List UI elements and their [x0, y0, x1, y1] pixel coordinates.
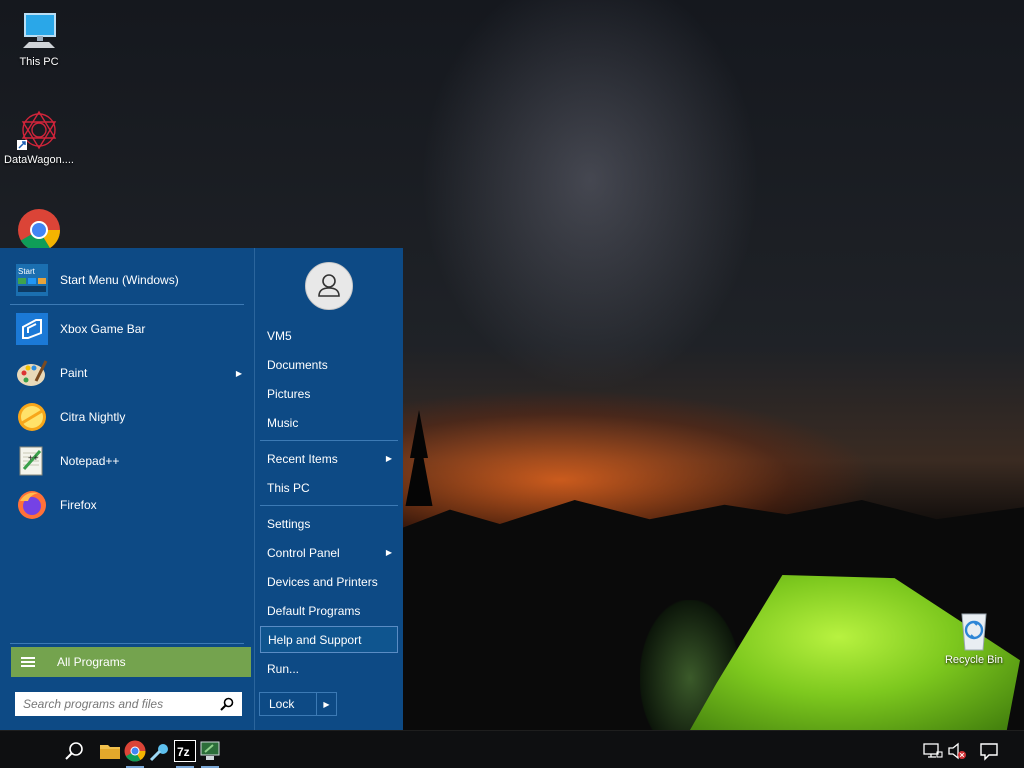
notepadpp-icon: ++: [16, 445, 48, 477]
program-firefox[interactable]: Firefox: [10, 485, 250, 525]
program-label: Notepad++: [60, 454, 120, 468]
place-label: Settings: [267, 516, 311, 531]
remote-desktop-icon[interactable]: [199, 740, 221, 768]
place-run[interactable]: Run...: [260, 655, 398, 682]
separator: [260, 505, 398, 506]
place-default-programs[interactable]: Default Programs: [260, 597, 398, 624]
taskbar: 7z: [0, 730, 1024, 768]
place-this-pc[interactable]: This PC: [260, 474, 398, 501]
place-label: Devices and Printers: [267, 574, 378, 589]
citra-icon: [16, 401, 48, 433]
paint-palette-icon: [16, 357, 48, 389]
place-recent-items[interactable]: Recent Items ▶: [260, 445, 398, 472]
place-documents[interactable]: Documents: [260, 351, 398, 378]
place-label: Recent Items: [267, 451, 338, 466]
program-label: Citra Nightly: [60, 410, 126, 424]
separator: [10, 643, 244, 644]
comet-icon[interactable]: [149, 740, 171, 762]
place-label: Documents: [267, 357, 328, 372]
desktop-icon-label: Recycle Bin: [944, 654, 1004, 666]
search-placeholder: Search programs and files: [23, 697, 164, 711]
chrome-icon: [17, 206, 61, 252]
user-icon: [318, 274, 340, 297]
place-label: Control Panel: [267, 545, 340, 560]
place-label: Music: [267, 415, 299, 430]
desktop-icon-label: This PC: [19, 56, 59, 68]
search-icon[interactable]: [220, 697, 234, 711]
xbox-game-bar-icon: [16, 313, 48, 345]
notification-icon[interactable]: [978, 740, 1000, 762]
program-label: Paint: [60, 366, 88, 380]
program-label: Xbox Game Bar: [60, 322, 146, 336]
place-settings[interactable]: Settings: [260, 510, 398, 537]
svg-text:7z: 7z: [177, 745, 190, 759]
list-icon: [21, 655, 35, 669]
place-label: Default Programs: [267, 603, 361, 618]
search-input[interactable]: Search programs and files: [15, 692, 242, 716]
all-programs-label: All Programs: [57, 655, 126, 669]
program-xbox-game-bar[interactable]: Xbox Game Bar: [10, 309, 250, 349]
recycle-bin-icon: [952, 608, 996, 652]
start-menu-icon: Start: [16, 264, 48, 296]
place-label: Run...: [267, 661, 300, 676]
file-explorer-icon[interactable]: [99, 740, 121, 762]
desktop-icon-recycle-bin[interactable]: Recycle Bin: [937, 608, 1011, 666]
place-label: This PC: [267, 480, 310, 495]
wallpaper-tree: [405, 410, 433, 506]
place-user-folder[interactable]: VM5: [260, 322, 398, 349]
desktop-icon-this-pc[interactable]: This PC: [2, 10, 76, 68]
lock-button[interactable]: Lock ▶: [259, 692, 337, 716]
all-programs-button[interactable]: All Programs: [11, 647, 251, 677]
separator: [10, 304, 244, 305]
lock-label: Lock: [269, 697, 295, 711]
program-notepadpp[interactable]: ++ Notepad++: [10, 441, 250, 481]
separator: [260, 440, 398, 441]
desktop-icon-label: DataWagon....: [4, 154, 74, 166]
place-devices-and-printers[interactable]: Devices and Printers: [260, 568, 398, 595]
firefox-icon: [16, 489, 48, 521]
place-music[interactable]: Music: [260, 409, 398, 436]
place-pictures[interactable]: Pictures: [260, 380, 398, 407]
start-menu-places: VM5 Documents Pictures Music Recent Item…: [254, 248, 403, 730]
program-label: Firefox: [60, 498, 97, 512]
start-menu: Start Start Menu (Windows) Xbox Game Bar: [0, 248, 403, 730]
7zip-icon[interactable]: 7z: [174, 740, 196, 768]
network-icon[interactable]: [922, 740, 944, 762]
volume-muted-icon[interactable]: [946, 740, 968, 762]
start-menu-programs: Start Start Menu (Windows) Xbox Game Bar: [0, 248, 254, 730]
submenu-arrow-icon: ▶: [235, 368, 242, 378]
desktop-icon-chrome[interactable]: [2, 206, 76, 252]
program-start-menu-windows[interactable]: Start Start Menu (Windows): [10, 260, 250, 300]
svg-text:++: ++: [28, 453, 39, 463]
submenu-arrow-icon: ▶: [385, 454, 392, 463]
svg-text:Start: Start: [18, 267, 36, 276]
monitor-icon: [17, 10, 61, 54]
place-label: Pictures: [267, 386, 311, 401]
program-citra-nightly[interactable]: Citra Nightly: [10, 397, 250, 437]
program-paint[interactable]: Paint ▶: [10, 353, 250, 393]
desktop-icon-datawagon[interactable]: DataWagon....: [2, 108, 76, 166]
place-help-and-support[interactable]: Help and Support: [260, 626, 398, 653]
place-label: VM5: [267, 328, 292, 343]
place-control-panel[interactable]: Control Panel ▶: [260, 539, 398, 566]
place-label: Help and Support: [268, 632, 362, 647]
search-icon[interactable]: [64, 740, 86, 762]
submenu-arrow-icon: ▶: [385, 548, 392, 557]
power-options-arrow-icon[interactable]: ▶: [316, 693, 336, 715]
datawagon-icon: [17, 108, 61, 152]
chrome-taskbar-icon[interactable]: [124, 740, 146, 768]
program-label: Start Menu (Windows): [60, 273, 179, 287]
user-avatar[interactable]: [305, 262, 353, 310]
